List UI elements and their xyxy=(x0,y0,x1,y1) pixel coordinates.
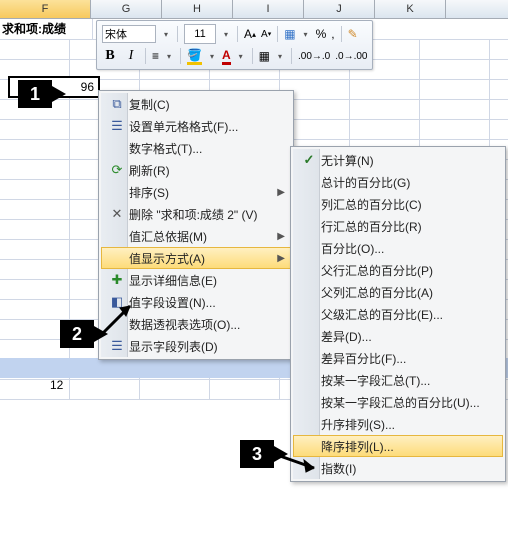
mini-toolbar: ▾ ▾ A▴ A▾ ▦ ▾ % , ✎ B I ≡ ▾ 🪣 ▾ A ▾ ▦ ▾ … xyxy=(96,20,373,70)
submenu-diff[interactable]: 差异(D)... xyxy=(293,325,503,347)
submenu-pct-of[interactable]: 百分比(O)... xyxy=(293,237,503,259)
detail-icon: ✚ xyxy=(105,272,129,288)
format-painter-icon[interactable]: ✎ xyxy=(347,24,359,44)
col-header-H[interactable]: H xyxy=(162,0,233,18)
col-header-K[interactable]: K xyxy=(375,0,446,18)
submenu-pct-col[interactable]: 列汇总的百分比(C) xyxy=(293,193,503,215)
submenu-pct-running[interactable]: 按某一字段汇总的百分比(U)... xyxy=(293,391,503,413)
font-name-dd-icon[interactable]: ▾ xyxy=(160,25,172,43)
italic-button[interactable]: I xyxy=(122,46,140,66)
submenu-pct-row[interactable]: 行汇总的百分比(R) xyxy=(293,215,503,237)
submenu-pct-grand[interactable]: 总计的百分比(G) xyxy=(293,171,503,193)
submenu-pct-parent-row[interactable]: 父行汇总的百分比(P) xyxy=(293,259,503,281)
submenu-pct-parent[interactable]: 父级汇总的百分比(E)... xyxy=(293,303,503,325)
bold-button[interactable]: B xyxy=(101,46,119,66)
menu-copy[interactable]: ⧉ 复制(C) xyxy=(101,93,291,115)
callout-2: 2 xyxy=(60,320,94,348)
borders-icon[interactable]: ▦ xyxy=(258,46,271,66)
submenu-pct-diff[interactable]: 差异百分比(F)... xyxy=(293,347,503,369)
font-size-select[interactable] xyxy=(183,24,217,44)
callout-3: 3 xyxy=(240,440,274,468)
menu-summarize[interactable]: 值汇总依据(M) ▶ xyxy=(101,225,291,247)
menu-format-cells[interactable]: ☰ 设置单元格格式(F)... xyxy=(101,115,291,137)
fill-color-icon[interactable]: 🪣 xyxy=(186,46,203,66)
check-icon: ✓ xyxy=(297,152,321,168)
col-header-F[interactable]: F xyxy=(0,0,91,18)
accounting-format-icon[interactable]: ▦ xyxy=(283,24,296,44)
menu-refresh[interactable]: ⟳ 刷新(R) xyxy=(101,159,291,181)
percent-icon[interactable]: % xyxy=(315,24,328,44)
submenu-arrow-icon: ▶ xyxy=(277,187,287,198)
font-size-dd-icon[interactable]: ▾ xyxy=(220,25,232,43)
menu-show-values-as[interactable]: 值显示方式(A) ▶ xyxy=(101,247,291,269)
submenu-arrow-icon: ▶ xyxy=(277,231,287,242)
delete-icon: ✕ xyxy=(105,206,129,222)
font-name-select[interactable] xyxy=(101,24,157,44)
menu-sort[interactable]: 排序(S) ▶ xyxy=(101,181,291,203)
increase-decimal-icon[interactable]: .00→.0 xyxy=(297,46,331,66)
shrink-font-icon[interactable]: A▾ xyxy=(260,24,272,44)
comma-icon[interactable]: , xyxy=(330,24,335,44)
pivot-value-header[interactable]: 求和项:成绩 xyxy=(0,19,93,39)
decrease-decimal-icon[interactable]: .0→.00 xyxy=(334,46,368,66)
font-color-icon[interactable]: A xyxy=(221,46,232,66)
callout-1: 1 xyxy=(18,80,52,108)
submenu-running-total[interactable]: 按某一字段汇总(T)... xyxy=(293,369,503,391)
col-header-J[interactable]: J xyxy=(304,0,375,18)
col-header-G[interactable]: G xyxy=(91,0,162,18)
menu-show-detail[interactable]: ✚ 显示详细信息(E) xyxy=(101,269,291,291)
menu-delete[interactable]: ✕ 删除 "求和项:成绩 2" (V) xyxy=(101,203,291,225)
format-cells-icon: ☰ xyxy=(105,118,129,134)
submenu-arrow-icon: ▶ xyxy=(277,253,287,264)
submenu-no-calc[interactable]: ✓ 无计算(N) xyxy=(293,149,503,171)
col-header-I[interactable]: I xyxy=(233,0,304,18)
copy-icon: ⧉ xyxy=(105,96,129,112)
submenu-pct-parent-col[interactable]: 父列汇总的百分比(A) xyxy=(293,281,503,303)
column-headers: F G H I J K xyxy=(0,0,508,19)
show-values-submenu: ✓ 无计算(N) 总计的百分比(G) 列汇总的百分比(C) 行汇总的百分比(R)… xyxy=(290,146,506,482)
menu-number-format[interactable]: 数字格式(T)... xyxy=(101,137,291,159)
grow-font-icon[interactable]: A▴ xyxy=(243,24,257,44)
total-cell: 12 xyxy=(50,378,63,392)
align-center-icon[interactable]: ≡ xyxy=(151,46,160,66)
submenu-rank-asc[interactable]: 升序排列(S)... xyxy=(293,413,503,435)
refresh-icon: ⟳ xyxy=(105,162,129,178)
